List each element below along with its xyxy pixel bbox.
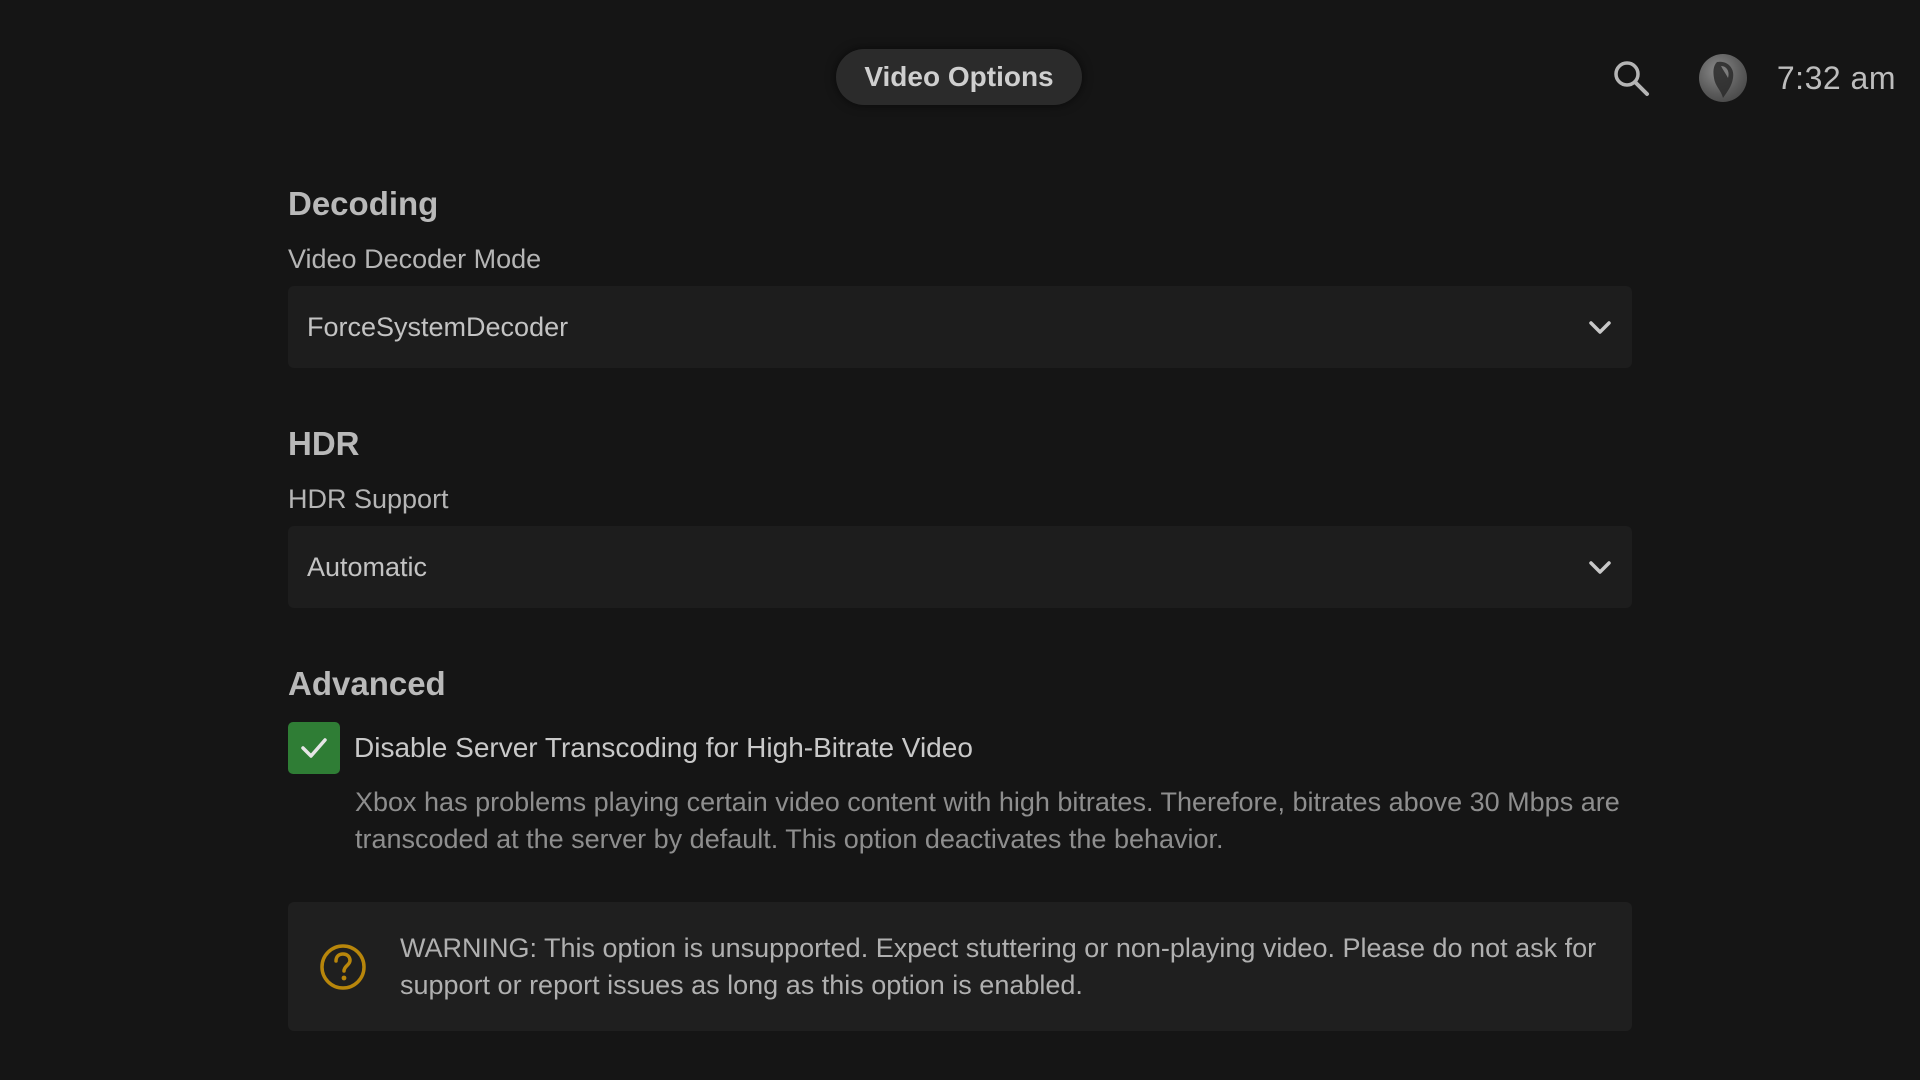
hdr-support-value: Automatic <box>307 551 428 582</box>
avatar[interactable] <box>1698 54 1747 102</box>
clock: 7:32 am <box>1776 59 1896 96</box>
section-title-hdr: HDR <box>288 425 360 462</box>
chevron-down-icon <box>1589 561 1611 574</box>
section-title-advanced: Advanced <box>288 665 446 702</box>
section-title-decoding: Decoding <box>288 185 439 222</box>
hdr-support-select[interactable]: Automatic <box>288 526 1632 608</box>
video-decoder-mode-select[interactable]: ForceSystemDecoder <box>288 286 1632 368</box>
disable-transcoding-row[interactable]: Disable Server Transcoding for High-Bitr… <box>288 722 1632 774</box>
disable-transcoding-checkbox[interactable] <box>288 722 340 774</box>
video-options-page: Video Options 7:32 am Decoding Video Dec… <box>0 0 1920 1080</box>
chevron-down-icon <box>1589 321 1611 334</box>
question-circle-icon <box>320 943 366 990</box>
settings-content: Decoding Video Decoder Mode ForceSystemD… <box>288 180 1632 1031</box>
disable-transcoding-description: Xbox has problems playing certain video … <box>355 787 1620 854</box>
warning-text: WARNING: This option is unsupported. Exp… <box>400 932 1597 1000</box>
header-status-area: 7:32 am <box>1611 50 1896 106</box>
checkmark-icon <box>301 738 327 758</box>
video-decoder-mode-label: Video Decoder Mode <box>288 244 542 274</box>
warning-box: WARNING: This option is unsupported. Exp… <box>288 902 1632 1031</box>
video-decoder-mode-value: ForceSystemDecoder <box>307 311 569 342</box>
hdr-support-label: HDR Support <box>288 484 449 514</box>
disable-transcoding-label: Disable Server Transcoding for High-Bitr… <box>354 732 973 763</box>
page-title: Video Options <box>836 49 1082 105</box>
search-icon[interactable] <box>1611 58 1651 98</box>
